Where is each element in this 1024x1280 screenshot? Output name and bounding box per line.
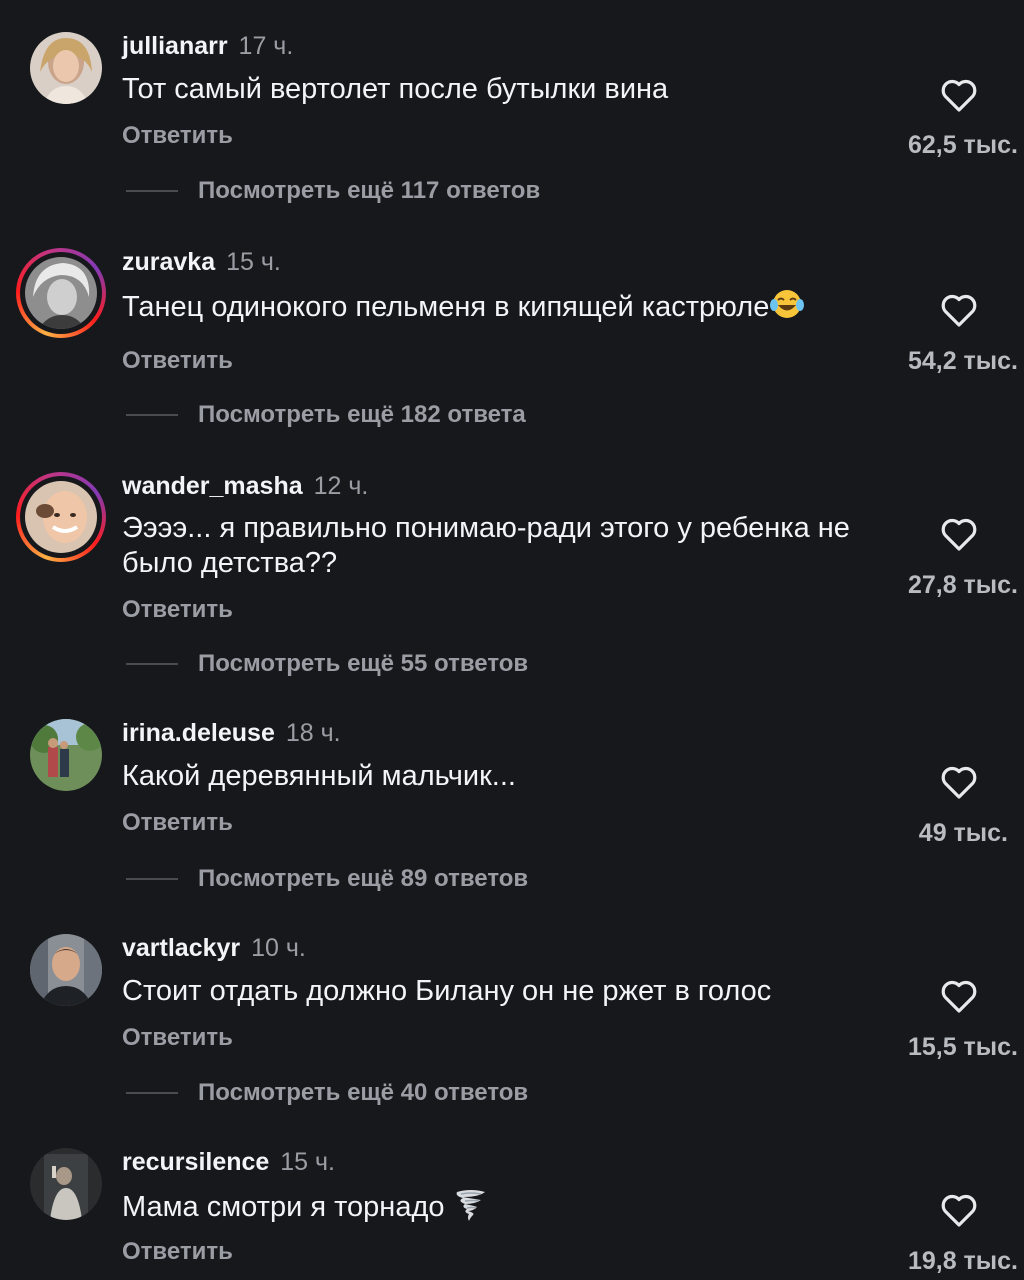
avatar-picture (25, 481, 97, 553)
avatar[interactable] (16, 472, 106, 562)
heart-icon (941, 766, 977, 799)
view-more-replies[interactable]: Посмотреть ещё 89 ответов (126, 864, 528, 894)
comment-header: vartlackyr 10 ч. (122, 933, 306, 963)
reply-button[interactable]: Ответить (122, 808, 233, 838)
view-more-replies-label: Посмотреть ещё 182 ответа (198, 401, 526, 428)
avatar-picture (25, 257, 97, 329)
comment-text: Тот самый вертолет после бутылки вина (122, 73, 669, 105)
view-more-replies[interactable]: Посмотреть ещё 55 ответов (126, 649, 528, 679)
divider-line (126, 190, 178, 192)
tears-of-joy-emoji-icon (770, 290, 805, 318)
view-more-replies-label: Посмотреть ещё 117 ответов (198, 177, 541, 204)
like-button[interactable] (940, 764, 978, 800)
comment-time: 17 ч. (238, 32, 294, 60)
comment-time: 18 ч. (285, 719, 341, 747)
view-more-replies-label: Посмотреть ещё 40 ответов (198, 1079, 529, 1106)
view-more-replies-label: Посмотреть ещё 55 ответов (198, 650, 529, 677)
heart-icon (941, 1194, 977, 1227)
avatar[interactable] (30, 719, 102, 791)
like-count: 62,5 тыс. (907, 131, 1018, 159)
divider-line (126, 878, 178, 880)
avatar-zuravka-image (25, 257, 97, 329)
avatar[interactable] (30, 934, 102, 1006)
divider-line (126, 663, 178, 665)
reply-button[interactable]: Ответить (122, 1023, 233, 1053)
comment-header: wander_masha 12 ч. (122, 471, 368, 501)
avatar-irina-deleuse-image (30, 719, 102, 791)
avatar[interactable] (16, 248, 106, 338)
story-ring (20, 476, 102, 558)
like-button[interactable] (940, 77, 978, 113)
like-count: 19,8 тыс. (907, 1247, 1018, 1275)
comment-header: irina.deleuse 18 ч. (122, 718, 341, 748)
reply-button[interactable]: Ответить (122, 121, 233, 151)
like-button[interactable] (940, 978, 978, 1014)
avatar-wander-masha-image (25, 481, 97, 553)
avatar[interactable] (30, 32, 102, 104)
comment-text: Ээээ... я правильно понимаю-ради этого у… (122, 512, 850, 579)
divider-line (126, 1092, 178, 1094)
like-button[interactable] (940, 516, 978, 552)
username[interactable]: jullianarr (122, 32, 228, 60)
reply-button[interactable]: Ответить (122, 595, 233, 625)
view-more-replies[interactable]: Посмотреть ещё 182 ответа (126, 400, 526, 430)
comment-text: Какой деревянный мальчик... (122, 760, 516, 792)
divider-line (126, 414, 178, 416)
avatar-vartlackyr-image (30, 934, 102, 1006)
heart-icon (941, 518, 977, 551)
comment-header: zuravka 15 ч. (122, 247, 281, 277)
like-count: 15,5 тыс. (907, 1033, 1018, 1061)
username[interactable]: irina.deleuse (122, 719, 275, 747)
view-more-replies[interactable]: Посмотреть ещё 40 ответов (126, 1078, 528, 1108)
comment-text-body: Мама смотри я торнадо (122, 1191, 445, 1223)
username[interactable]: wander_masha (122, 472, 303, 500)
username[interactable]: vartlackyr (122, 934, 240, 962)
like-button[interactable] (940, 292, 978, 328)
view-more-replies-label: Посмотреть ещё 89 ответов (198, 865, 529, 892)
comment-text-body: Танец одинокого пельменя в кипящей кастр… (122, 291, 770, 323)
like-count: 27,8 тыс. (907, 571, 1018, 599)
story-ring (20, 252, 102, 334)
username[interactable]: zuravka (122, 248, 215, 276)
comment-header: jullianarr 17 ч. (122, 31, 293, 61)
comment-time: 15 ч. (280, 1148, 336, 1176)
avatar-jullianarr-image (30, 32, 102, 104)
heart-icon (941, 79, 977, 112)
like-button[interactable] (940, 1192, 978, 1228)
username[interactable]: recursilence (122, 1148, 269, 1176)
reply-button[interactable]: Ответить (122, 346, 233, 376)
comment-time: 12 ч. (313, 472, 369, 500)
like-count: 49 тыс. (918, 819, 1008, 847)
comment-text: Стоит отдать должно Билану он не ржет в … (122, 975, 772, 1007)
comment-text: Мама смотри я торнадо (122, 1188, 902, 1225)
comment-header: recursilence 15 ч. (122, 1147, 335, 1177)
like-count: 54,2 тыс. (907, 347, 1018, 375)
comment-time: 15 ч. (226, 248, 281, 276)
comment-text: Танец одинокого пельменя в кипящей кастр… (122, 288, 902, 325)
heart-icon (941, 980, 977, 1013)
view-more-replies[interactable]: Посмотреть ещё 117 ответов (126, 176, 540, 206)
avatar[interactable] (30, 1148, 102, 1220)
heart-icon (941, 294, 977, 327)
avatar-recursilence-image (30, 1148, 102, 1220)
tornado-emoji-icon (456, 1190, 485, 1221)
comment-time: 10 ч. (251, 934, 306, 962)
reply-button[interactable]: Ответить (122, 1237, 233, 1267)
